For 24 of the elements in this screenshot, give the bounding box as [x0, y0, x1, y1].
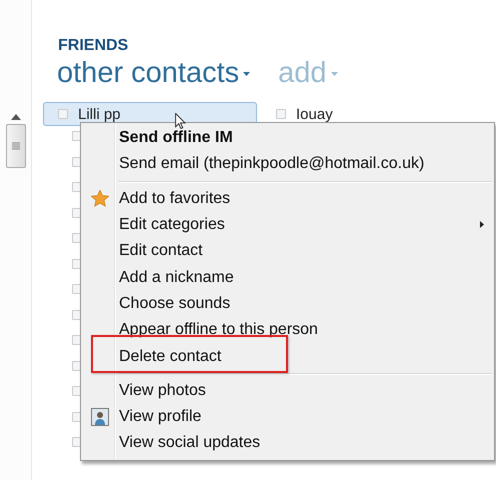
menu-item[interactable]: View photos — [81, 378, 494, 404]
menu-item[interactable]: Add to favorites — [81, 186, 494, 212]
status-icon — [58, 109, 68, 119]
menu-item[interactable]: Delete contact — [81, 343, 494, 370]
menu-item[interactable]: Edit categories — [81, 212, 494, 238]
menu-item[interactable]: Add a nickname — [81, 264, 494, 291]
menu-item[interactable]: Appear offline to this person — [81, 317, 494, 344]
star-icon — [91, 190, 109, 208]
scrollbar-thumb[interactable] — [6, 124, 26, 168]
menu-item[interactable]: View social updates — [81, 430, 494, 457]
cursor-icon — [175, 113, 186, 129]
status-icon — [276, 109, 286, 119]
menu-item[interactable]: Send email (thepinkpoodle@hotmail.co.uk) — [81, 151, 494, 178]
view-dropdown[interactable]: other contacts — [57, 57, 250, 90]
menu-item[interactable]: Edit contact — [81, 238, 494, 264]
caret-icon — [330, 72, 338, 76]
menu-item[interactable]: Send offline IM — [81, 125, 494, 152]
contact-item[interactable]: Iouay — [269, 102, 496, 126]
category-heading: FRIENDS — [58, 37, 130, 55]
menu-item[interactable]: Choose sounds — [81, 290, 494, 318]
menu-item[interactable]: View profile — [81, 404, 494, 430]
avatar-icon — [91, 408, 109, 426]
caret-icon — [243, 72, 250, 76]
scroll-up-icon[interactable] — [10, 114, 20, 120]
